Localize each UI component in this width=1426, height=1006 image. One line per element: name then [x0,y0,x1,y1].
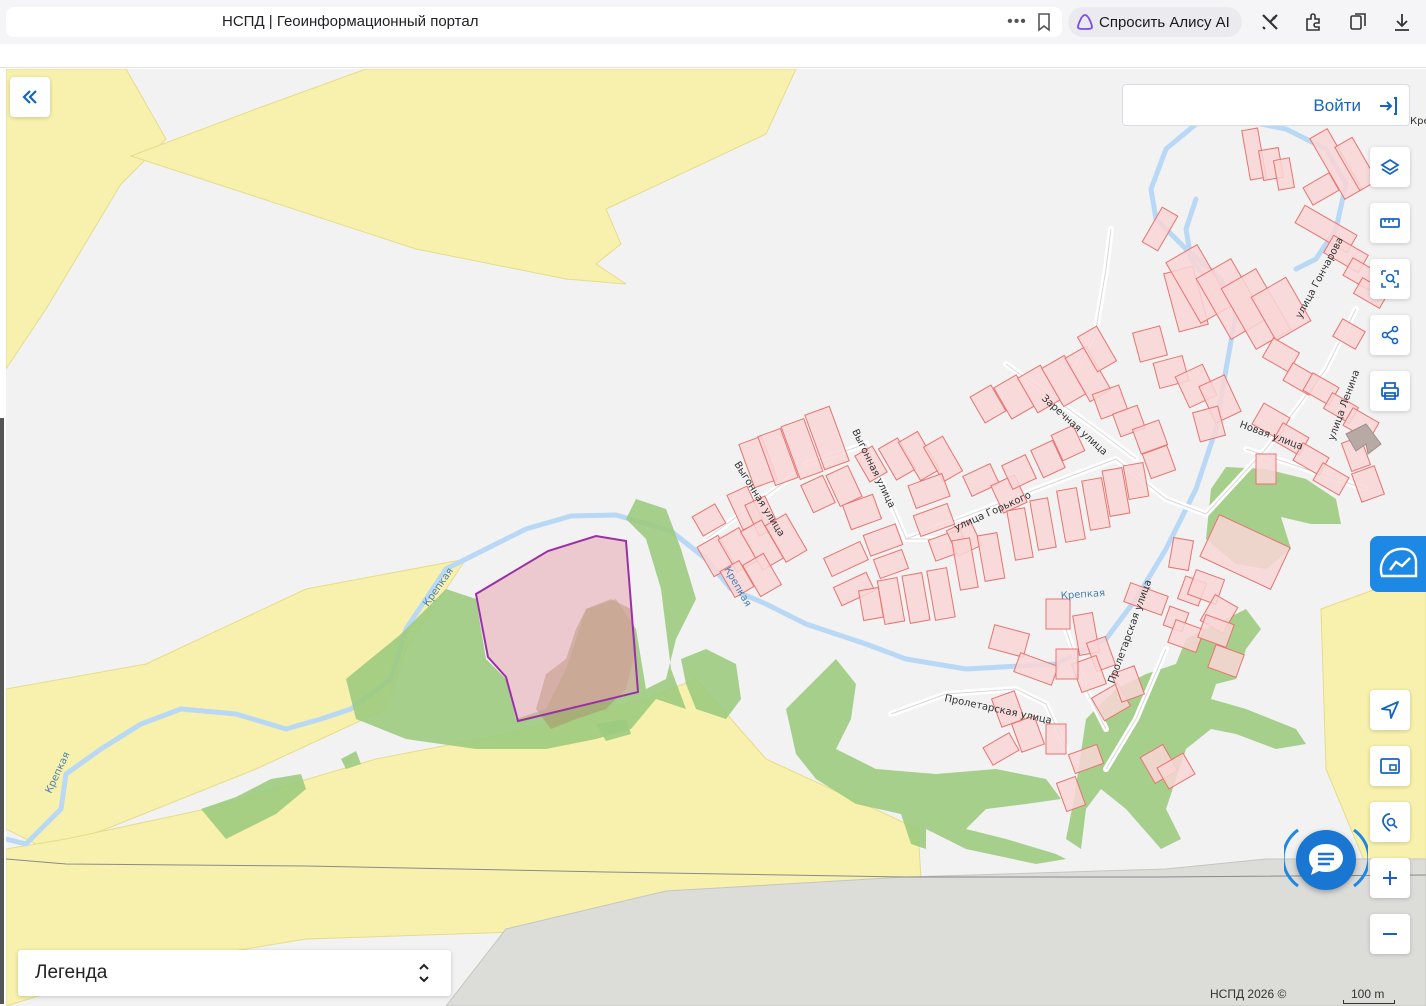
locate-button[interactable] [1370,690,1410,730]
layers-icon [1380,158,1400,176]
ruler-icon [1380,218,1400,228]
login-icon [1380,97,1397,115]
chevron-updown-icon [419,963,429,983]
zoom-out-icon [1383,933,1397,935]
more-icon[interactable]: ••• [1006,11,1028,33]
page-title: НСПД | Геоинформационный портал [222,13,479,30]
parcel[interactable] [1006,507,1034,561]
parcel[interactable] [1045,598,1071,630]
chevrons-left-icon [22,90,37,104]
ask-alice-button[interactable]: Спросить Алису AI [1068,7,1242,37]
ruler-button[interactable] [1370,203,1410,243]
parcel[interactable] [822,540,870,578]
tools-icon[interactable] [1259,11,1281,33]
legend-panel[interactable]: Легенда [18,950,451,996]
geo-search-icon [1382,813,1398,832]
parcel[interactable] [1055,648,1079,680]
address-bar[interactable] [6,7,1062,37]
parcel[interactable] [1045,723,1067,755]
extensions-icon[interactable] [1303,11,1325,33]
login-label: Войти [1313,96,1361,115]
parcel[interactable] [1272,157,1296,191]
zoom-out-button[interactable] [1370,914,1410,954]
zoom-in-icon [1383,871,1397,885]
minimap-icon [1380,758,1400,774]
share-icon [1381,325,1399,345]
label-goncharova: улица Гончарова [1294,236,1346,321]
scale-label: 100 m [1351,987,1385,1001]
parcel[interactable] [987,624,1031,658]
parcel[interactable] [907,472,951,510]
parcel[interactable] [901,572,931,624]
parcel[interactable] [1013,652,1059,686]
assistant-tab[interactable] [1370,536,1426,592]
collections-icon[interactable] [1347,11,1369,33]
document-map-icon [1379,547,1418,578]
label-river-3: Крепкая [1060,588,1105,602]
parcel[interactable] [1255,453,1277,485]
area-search-icon [1381,270,1399,288]
browser-toolbar: НСПД | Геоинформационный портал ••• Спро… [0,0,1426,44]
login-button[interactable]: Войти [1122,84,1410,126]
parcel[interactable] [976,532,1006,582]
bookmark-icon[interactable] [1035,12,1053,32]
alice-icon [1077,14,1093,30]
parcel[interactable] [1167,536,1195,572]
chat-button[interactable] [1296,830,1356,890]
ask-alice-label: Спросить Алису AI [1099,14,1230,31]
print-button[interactable] [1370,371,1410,411]
print-icon [1381,382,1399,400]
minimap-button[interactable] [1370,746,1410,786]
parcel[interactable] [1141,206,1179,252]
label-edge: Кре [1410,116,1426,127]
attribution: НСПД 2026 © [1210,987,1287,1001]
map-layer[interactable]: Заречная улица Выгонная улица Выгонная у… [6,69,1426,1006]
geo-search-button[interactable] [1370,802,1410,842]
browser-subbar [0,44,1426,68]
legend-label: Легенда [35,962,108,983]
area-search-button[interactable] [1370,259,1410,299]
parcel[interactable] [872,548,910,580]
zoom-in-button[interactable] [1370,858,1410,898]
parcel[interactable] [1029,497,1057,551]
parcel[interactable] [982,732,1020,766]
locate-icon [1381,701,1399,719]
share-button[interactable] [1370,315,1410,355]
map-canvas[interactable]: Заречная улица Выгонная улица Выгонная у… [6,69,1426,1006]
collapse-panel-button[interactable] [10,77,50,117]
download-icon[interactable] [1391,11,1413,33]
chat-icon [1309,844,1343,875]
parcel[interactable] [926,567,956,621]
agricultural-zone [129,69,797,285]
layers-button[interactable] [1370,147,1410,187]
parcel[interactable] [1056,487,1086,543]
scale-bar [1343,1000,1395,1004]
parcel[interactable] [1350,465,1386,503]
parcel[interactable] [1131,325,1169,363]
window-edge [0,418,4,1004]
parcel[interactable] [1122,461,1150,501]
